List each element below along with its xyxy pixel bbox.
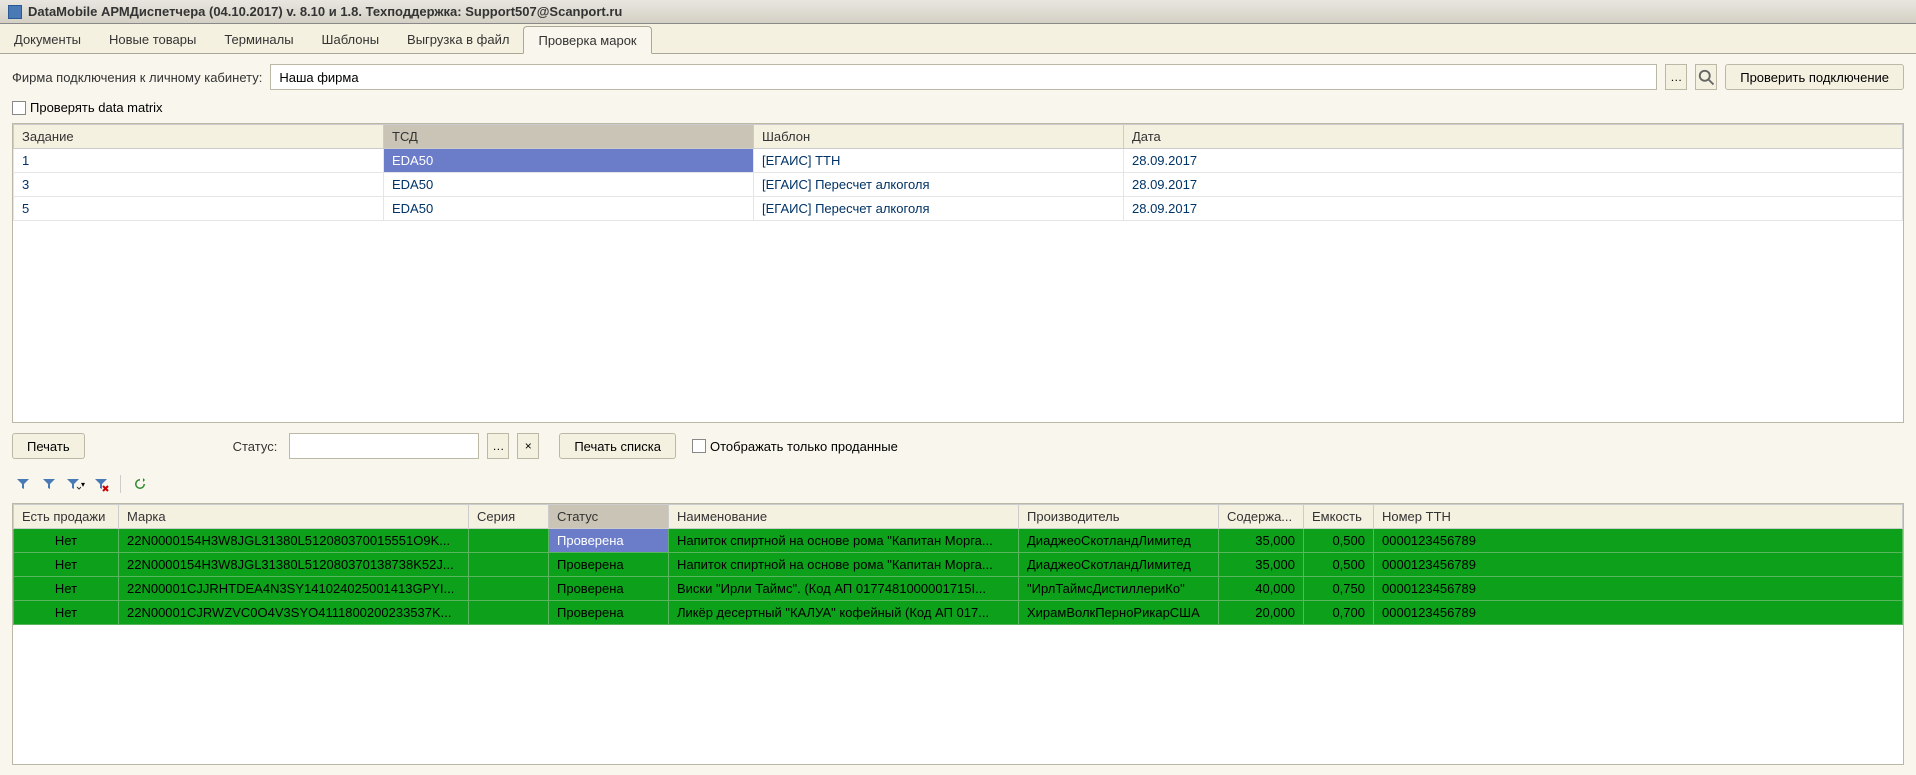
firm-input[interactable] [270,64,1657,90]
marks-col-8[interactable]: Номер ТТН [1374,505,1903,529]
firm-label: Фирма подключения к личному кабинету: [12,70,262,85]
check-datamatrix-label: Проверять data matrix [30,100,163,115]
table-row[interactable]: Нет22N0000154H3W8JGL31380L51208037001555… [14,529,1903,553]
firm-ellipsis-button[interactable]: … [1665,64,1687,90]
tab-0[interactable]: Документы [0,26,95,53]
titlebar-text: DataMobile АРМДиспетчера (04.10.2017) v.… [28,4,622,19]
marks-col-7[interactable]: Емкость [1304,505,1374,529]
app-icon [8,5,22,19]
tasks-col-2[interactable]: Шаблон [754,125,1124,149]
status-input[interactable] [289,433,479,459]
marks-col-3[interactable]: Статус [549,505,669,529]
firm-search-button[interactable] [1695,64,1717,90]
table-row[interactable]: Нет22N00001CJRWZVC0O4V3SYO41118002002335… [14,601,1903,625]
table-row[interactable]: 1EDA50[ЕГАИС] ТТН28.09.2017 [14,149,1903,173]
table-row[interactable]: Нет22N00001CJJRHTDEA4N3SY141024025001413… [14,577,1903,601]
toolbar-separator [120,475,121,493]
check-connection-button[interactable]: Проверить подключение [1725,64,1904,90]
show-sold-checkbox[interactable] [692,439,706,453]
check-datamatrix-row[interactable]: Проверять data matrix [12,100,1904,115]
marks-col-2[interactable]: Серия [469,505,549,529]
tasks-col-1[interactable]: ТСД [384,125,754,149]
middle-toolbar: Печать Статус: … × Печать списка Отображ… [12,423,1904,469]
marks-col-4[interactable]: Наименование [669,505,1019,529]
print-list-button[interactable]: Печать списка [559,433,676,459]
table-row[interactable]: Нет22N0000154H3W8JGL31380L51208037013873… [14,553,1903,577]
marks-table: Есть продажиМаркаСерияСтатусНаименование… [13,504,1903,625]
marks-col-5[interactable]: Производитель [1019,505,1219,529]
status-clear-button[interactable]: × [517,433,539,459]
tab-2[interactable]: Терминалы [210,26,307,53]
filter-icon-2[interactable] [38,473,60,495]
filter-dropdown-icon[interactable]: ▾ [64,473,86,495]
table-row[interactable]: 3EDA50[ЕГАИС] Пересчет алкоголя28.09.201… [14,173,1903,197]
show-sold-label: Отображать только проданные [710,439,898,454]
status-label: Статус: [233,439,278,454]
firm-row: Фирма подключения к личному кабинету: … … [12,64,1904,90]
main-tabs: ДокументыНовые товарыТерминалыШаблоныВыг… [0,24,1916,54]
tab-5[interactable]: Проверка марок [523,26,651,54]
filter-icon-1[interactable] [12,473,34,495]
marks-col-0[interactable]: Есть продажи [14,505,119,529]
marks-table-container: Есть продажиМаркаСерияСтатусНаименование… [12,503,1904,765]
tasks-table-container: ЗаданиеТСДШаблонДата 1EDA50[ЕГАИС] ТТН28… [12,123,1904,423]
refresh-icon[interactable] [129,473,151,495]
tasks-table: ЗаданиеТСДШаблонДата 1EDA50[ЕГАИС] ТТН28… [13,124,1903,221]
filter-clear-icon[interactable] [90,473,112,495]
check-datamatrix-checkbox[interactable] [12,101,26,115]
marks-col-1[interactable]: Марка [119,505,469,529]
tab-4[interactable]: Выгрузка в файл [393,26,523,53]
tasks-col-0[interactable]: Задание [14,125,384,149]
table-row[interactable]: 5EDA50[ЕГАИС] Пересчет алкоголя28.09.201… [14,197,1903,221]
filter-toolbar: ▾ [12,469,1904,503]
tasks-col-3[interactable]: Дата [1124,125,1903,149]
tab-content: Фирма подключения к личному кабинету: … … [0,54,1916,775]
show-sold-row[interactable]: Отображать только проданные [692,439,898,454]
print-button[interactable]: Печать [12,433,85,459]
status-ellipsis-button[interactable]: … [487,433,509,459]
marks-col-6[interactable]: Содержа... [1219,505,1304,529]
tab-3[interactable]: Шаблоны [308,26,394,53]
tab-1[interactable]: Новые товары [95,26,210,53]
titlebar: DataMobile АРМДиспетчера (04.10.2017) v.… [0,0,1916,24]
